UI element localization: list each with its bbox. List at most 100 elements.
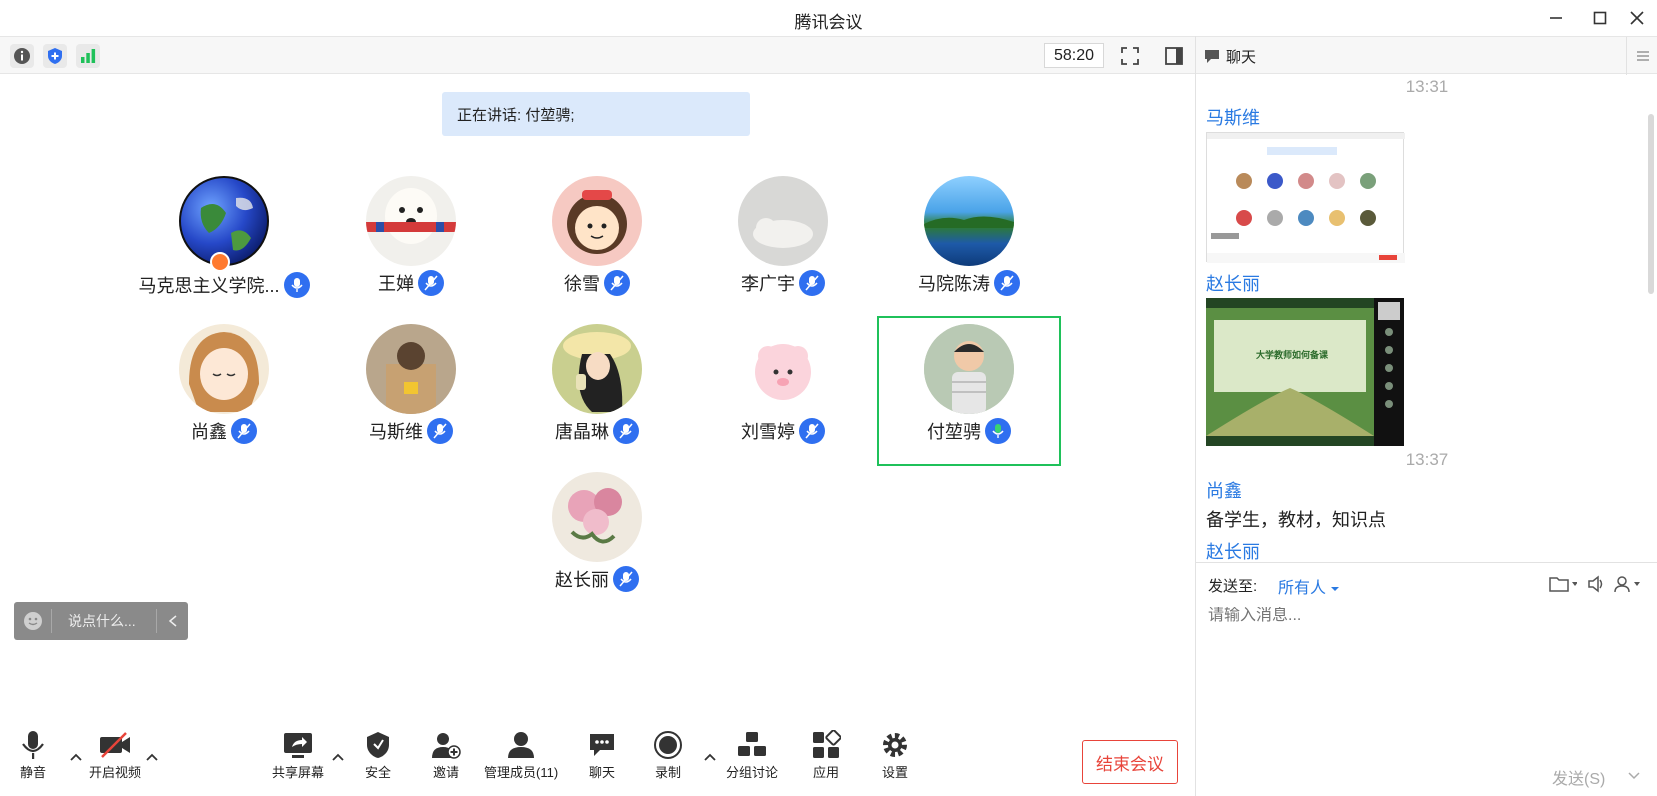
start-video-button[interactable]: 开启视频 <box>89 730 141 781</box>
participant-tile[interactable]: 尚鑫 <box>132 316 316 466</box>
file-folder-icon[interactable] <box>1549 575 1577 593</box>
mic-muted-icon <box>613 566 639 592</box>
chat-menu-button[interactable] <box>1626 37 1657 75</box>
message-sender: 赵长丽 <box>1206 274 1260 294</box>
participant-name: 王婵 <box>378 274 414 294</box>
girl-cartoon-image <box>567 190 627 254</box>
participant-tile[interactable]: 徐雪 <box>505 168 689 318</box>
close-icon <box>1630 11 1644 25</box>
user-permissions-icon[interactable] <box>1614 575 1644 593</box>
participant-gallery: 正在讲话: 付堃骋; 马克思主义学院... 王婵 徐雪 李广宇 马院陈涛 尚鑫 … <box>0 74 1195 722</box>
chat-title: 聊天 <box>1226 49 1257 66</box>
members-icon <box>508 732 535 758</box>
chat-button[interactable]: 聊天 <box>588 730 616 781</box>
chat-bubble-icon <box>590 734 614 756</box>
avatar <box>924 324 1014 414</box>
participant-name: 唐晶琳 <box>555 422 609 442</box>
participant-tile[interactable]: 马斯维 <box>319 316 503 466</box>
hat-girl-image <box>563 332 631 412</box>
participant-tile[interactable]: 马院陈涛 <box>877 168 1061 318</box>
participant-tile[interactable]: 赵长丽 <box>505 464 689 614</box>
collapse-chevron-icon[interactable] <box>156 609 188 633</box>
avatar <box>738 176 828 266</box>
participant-name: 徐雪 <box>564 274 600 294</box>
message-image-meeting-screenshot[interactable] <box>1206 132 1405 263</box>
maximize-icon <box>1593 11 1607 25</box>
fullscreen-button[interactable] <box>1118 44 1142 68</box>
share-options-chevron-icon[interactable] <box>331 750 345 764</box>
breakout-rooms-button[interactable]: 分组讨论 <box>726 730 778 781</box>
shield-icon <box>367 732 389 758</box>
pink-sheep-image <box>755 344 811 400</box>
participant-name: 刘雪婷 <box>741 422 795 442</box>
security-button[interactable]: 安全 <box>365 730 391 781</box>
participant-tile[interactable]: 刘雪婷 <box>691 316 875 466</box>
message-text: 备学生，教材，知识点 <box>1206 510 1386 530</box>
apps-button[interactable]: 应用 <box>811 730 841 781</box>
mute-options-chevron-icon[interactable] <box>69 750 83 764</box>
avatar <box>552 324 642 414</box>
avatar <box>366 324 456 414</box>
speaker-icon[interactable] <box>1587 575 1605 593</box>
meeting-timer: 58:20 <box>1044 43 1104 68</box>
quick-message-box[interactable]: 说点什么... <box>14 602 188 640</box>
participant-name: 马克思主义学院... <box>138 276 280 296</box>
invite-user-icon <box>432 733 461 759</box>
meeting-control-bar: 静音 开启视频 共享屏幕 安全 邀请 管理成员(11) 聊天 录制 分组讨论 应… <box>0 722 1195 796</box>
apps-label: 应用 <box>812 765 839 780</box>
video-options-chevron-icon[interactable] <box>145 750 159 764</box>
mute-button[interactable]: 静音 <box>20 730 46 781</box>
security-shield-button[interactable] <box>43 44 67 68</box>
manage-members-button[interactable]: 管理成员(11) <box>484 730 558 781</box>
participant-tile[interactable]: 唐晶琳 <box>505 316 689 466</box>
chat-icon <box>1205 50 1219 63</box>
box-toy-image <box>386 342 436 414</box>
video-off-icon <box>100 732 130 758</box>
mic-icon <box>283 272 310 298</box>
message-sender: 马斯维 <box>1206 108 1260 128</box>
send-button[interactable]: 发送(S) <box>1552 765 1605 789</box>
record-button[interactable]: 录制 <box>653 730 683 781</box>
microphone-icon <box>22 731 44 759</box>
emoji-icon[interactable] <box>14 609 52 633</box>
end-meeting-button[interactable]: 结束会议 <box>1082 740 1178 784</box>
breakout-rooms-label: 分组讨论 <box>726 765 779 780</box>
invite-button[interactable]: 邀请 <box>431 730 461 781</box>
record-label: 录制 <box>654 765 681 780</box>
host-badge-icon <box>210 252 230 272</box>
share-screen-button[interactable]: 共享屏幕 <box>272 730 324 781</box>
maximize-button[interactable] <box>1585 6 1615 30</box>
chat-message-input[interactable] <box>1208 607 1638 625</box>
sidebar-toggle-button[interactable] <box>1162 44 1186 68</box>
close-button[interactable] <box>1622 6 1652 30</box>
apps-grid-icon <box>813 730 841 758</box>
info-icon <box>14 48 30 64</box>
manage-members-label: 管理成员(11) <box>484 765 559 780</box>
minimize-button[interactable] <box>1541 6 1571 30</box>
gear-icon <box>883 733 907 757</box>
mic-muted-icon <box>994 270 1020 296</box>
participant-tile-active-speaker[interactable]: 付堃骋 <box>877 316 1061 466</box>
avatar <box>738 324 828 414</box>
anime-girl-image <box>189 332 259 412</box>
participant-tile[interactable]: 马克思主义学院... <box>132 168 316 318</box>
chat-message-list[interactable]: 13:31 马斯维 赵长丽 大学教师如何备课 13:37 尚鑫 备学生，教材，知… <box>1196 74 1657 562</box>
shield-icon <box>48 48 62 64</box>
mic-muted-icon <box>604 270 630 296</box>
info-button[interactable] <box>10 44 34 68</box>
speaking-indicator: 正在讲话: 付堃骋; <box>442 92 750 136</box>
message-image-slide-screenshot[interactable]: 大学教师如何备课 <box>1206 298 1404 446</box>
send-to-dropdown[interactable]: 所有人 <box>1278 574 1340 598</box>
quick-message-placeholder: 说点什么... <box>68 613 136 629</box>
network-signal-button[interactable] <box>76 44 100 68</box>
participant-tile[interactable]: 王婵 <box>319 168 503 318</box>
signal-bars-icon <box>81 49 96 63</box>
settings-button[interactable]: 设置 <box>880 730 910 781</box>
record-options-chevron-icon[interactable] <box>703 750 717 764</box>
participant-tile[interactable]: 李广宇 <box>691 168 875 318</box>
start-video-label: 开启视频 <box>89 765 142 780</box>
chat-label: 聊天 <box>588 765 615 780</box>
dog-image <box>366 188 456 244</box>
send-options-chevron-icon[interactable] <box>1628 771 1640 781</box>
chat-scrollbar[interactable] <box>1648 114 1654 294</box>
